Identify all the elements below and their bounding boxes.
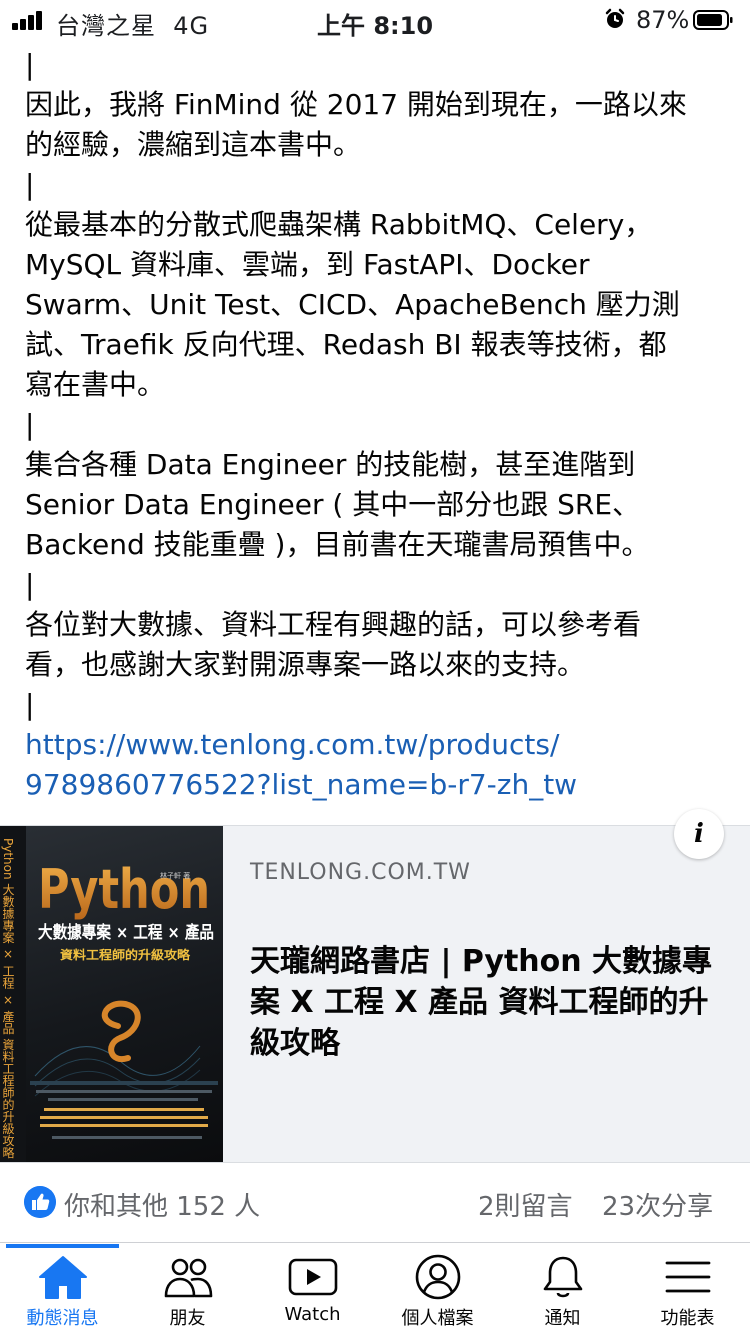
link-card-domain: TENLONG.COM.TW: [250, 860, 471, 885]
status-bar: 台灣之星 4G 上午 8:10 87%: [0, 0, 750, 40]
friends-icon: [164, 1258, 212, 1298]
home-icon: [38, 1256, 87, 1299]
menu-icon: [665, 1261, 710, 1293]
cover-subtitle: 大數據專案 × 工程 × 產品: [38, 922, 214, 943]
post-link[interactable]: https://www.tenlong.com.tw/products/ 978…: [25, 728, 577, 801]
tab-label: 個人檔案: [401, 1308, 474, 1329]
post-paragraph: |: [25, 568, 35, 601]
profile-icon: [415, 1254, 460, 1300]
book-cover-image: Python 大數據專案 × 工程 × 產品 資料工程師的升級攻略 Python…: [0, 826, 223, 1162]
battery-icon: [693, 10, 733, 30]
post-paragraph: |: [25, 48, 35, 81]
like-icon: [24, 1186, 56, 1218]
link-preview-card[interactable]: Python 大數據專案 × 工程 × 產品 資料工程師的升級攻略 Python…: [0, 825, 750, 1163]
cover-spine-text: Python 大數據專案 × 工程 × 產品 資料工程師的升級攻略: [1, 838, 15, 1159]
tab-label: 通知: [544, 1308, 581, 1329]
tab-label: 功能表: [660, 1308, 715, 1329]
tab-menu[interactable]: 功能表: [625, 1254, 750, 1334]
post-paragraph: 集合各種 Data Engineer 的技能樹，甚至進階到 Senior Dat…: [25, 448, 650, 561]
book-cover-art: Python 大數據專案 × 工程 × 產品 資料工程師的升級攻略 Python…: [0, 826, 218, 1162]
cover-tagline: 資料工程師的升級攻略: [60, 947, 191, 962]
active-tab-indicator: [6, 1244, 119, 1248]
post-paragraph: 因此，我將 FinMind 從 2017 開始到現在，一路以來 的經驗，濃縮到這…: [25, 88, 687, 161]
divider: [0, 1242, 750, 1243]
post-paragraph: 從最基本的分散式爬蟲架構 RabbitMQ、Celery， MySQL 資料庫、…: [25, 208, 680, 401]
cover-title-python: Python: [38, 858, 210, 921]
link-card-title[interactable]: 天瓏網路書店 | Python 大數據專案 X 工程 X 產品 資料工程師的升級…: [250, 941, 730, 1064]
reactions-bar: 你和其他 152 人 2則留言 23次分享: [0, 1170, 750, 1236]
shares-count[interactable]: 23次分享: [602, 1186, 713, 1223]
info-icon[interactable]: i: [674, 809, 724, 859]
tab-watch[interactable]: Watch: [250, 1254, 375, 1334]
post-paragraph: |: [25, 168, 35, 201]
post-paragraph: 各位對大數據、資料工程有興趣的話，可以參考看 看，也感謝大家對開源專案一路以來的…: [25, 608, 642, 681]
tab-notifications[interactable]: 通知: [500, 1254, 625, 1334]
battery-percent: 87%: [636, 6, 690, 34]
comments-count[interactable]: 2則留言: [478, 1186, 573, 1223]
alarm-icon: [605, 8, 625, 28]
reaction-count[interactable]: 你和其他 152 人: [64, 1186, 260, 1223]
tab-friends[interactable]: 朋友: [125, 1254, 250, 1334]
cover-author: 林子軒 著: [160, 871, 190, 880]
tab-news-feed[interactable]: 動態消息: [0, 1254, 125, 1334]
bottom-tab-bar: 動態消息 朋友 Watch 個人檔案 通知 功能表: [0, 1244, 750, 1334]
post-paragraph: |: [25, 408, 35, 441]
tab-label: 朋友: [169, 1308, 206, 1329]
post-paragraph: |: [25, 688, 35, 721]
bell-icon: [543, 1256, 582, 1298]
link-card-info[interactable]: TENLONG.COM.TW 天瓏網路書店 | Python 大數據專案 X 工…: [224, 826, 750, 1162]
tab-profile[interactable]: 個人檔案: [375, 1254, 500, 1334]
tab-label: Watch: [284, 1304, 341, 1325]
post-body: | 因此，我將 FinMind 從 2017 開始到現在，一路以來 的經驗，濃縮…: [25, 45, 725, 805]
watch-icon: [288, 1258, 337, 1296]
tab-label: 動態消息: [26, 1308, 99, 1329]
